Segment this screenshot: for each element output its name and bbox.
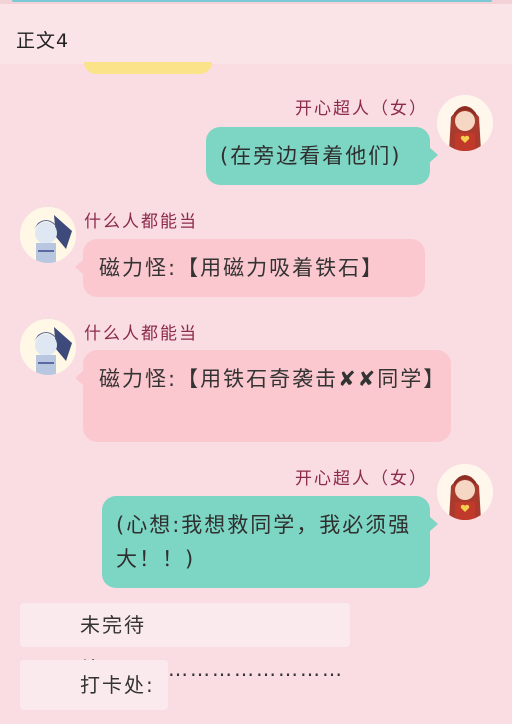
title-bar: 正文4 bbox=[0, 4, 512, 64]
girl-hero-avatar-icon[interactable] bbox=[437, 464, 493, 520]
message-text: (在旁边看着他们) bbox=[220, 144, 402, 168]
message-bubble[interactable]: 磁力怪:【用磁力吸着铁石】 bbox=[75, 239, 425, 297]
message-bubble[interactable]: 磁力怪:【用铁石奇袭击✘✘同学】 bbox=[75, 350, 451, 442]
to-be-continued-box: 未完待续…………………………… bbox=[20, 603, 350, 681]
page-title: 正文4 bbox=[16, 30, 70, 52]
message-bubble[interactable]: (心想:我想救同学，我必须强大！！) bbox=[102, 496, 438, 588]
girl-hero-avatar-icon[interactable] bbox=[437, 95, 493, 151]
message-bubble[interactable]: (在旁边看着他们) bbox=[206, 127, 438, 185]
checkin-box: 打卡处: bbox=[20, 660, 168, 710]
checkin-label: 打卡处: bbox=[80, 673, 155, 697]
bubble-pointer bbox=[75, 259, 84, 275]
bubble-pointer bbox=[75, 370, 84, 386]
blue-monster-avatar-icon[interactable] bbox=[20, 319, 76, 375]
message-text: 磁力怪:【用铁石奇袭击✘✘同学】 bbox=[99, 367, 447, 391]
sender-name: 什么人都能当 bbox=[84, 212, 198, 232]
blue-monster-avatar-icon[interactable] bbox=[20, 207, 76, 263]
bubble-pointer bbox=[429, 516, 438, 532]
decorative-pill bbox=[84, 62, 212, 74]
message-text: 磁力怪:【用磁力吸着铁石】 bbox=[99, 256, 385, 280]
sender-name: 开心超人（女） bbox=[295, 469, 428, 489]
bubble-pointer bbox=[429, 147, 438, 163]
sender-name: 开心超人（女） bbox=[295, 99, 428, 119]
sender-name: 什么人都能当 bbox=[84, 324, 198, 344]
message-text: (心想:我想救同学，我必须强大！！) bbox=[116, 513, 412, 571]
